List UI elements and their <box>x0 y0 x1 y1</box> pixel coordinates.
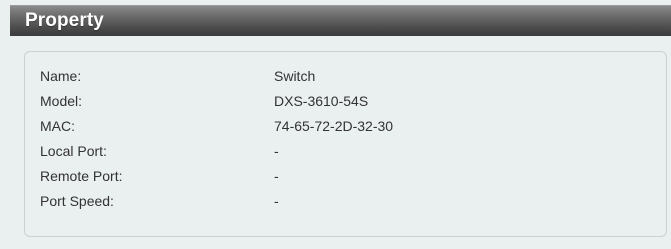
property-value: - <box>274 143 279 159</box>
panel-title: Property <box>25 10 104 31</box>
property-row-remote-port: Remote Port: - <box>25 166 666 186</box>
property-value: Switch <box>274 68 316 84</box>
property-row-name: Name: Switch <box>25 66 666 86</box>
property-box: Name: Switch Model: DXS-3610-54S MAC: 74… <box>24 51 667 237</box>
property-label: Local Port: <box>40 143 107 159</box>
panel-header: Property <box>10 5 671 36</box>
property-label: Remote Port: <box>40 168 123 184</box>
property-label: Port Speed: <box>40 193 114 209</box>
property-value: 74-65-72-2D-32-30 <box>274 118 394 134</box>
property-value: - <box>274 168 279 184</box>
property-label: Model: <box>40 93 83 109</box>
property-value: DXS-3610-54S <box>274 93 369 109</box>
property-panel: Property Name: Switch Model: DXS-3610-54… <box>0 0 671 249</box>
property-row-port-speed: Port Speed: - <box>25 191 666 211</box>
property-row-mac: MAC: 74-65-72-2D-32-30 <box>25 116 666 136</box>
property-row-local-port: Local Port: - <box>25 141 666 161</box>
property-value: - <box>274 193 279 209</box>
property-label: Name: <box>40 68 82 84</box>
property-row-model: Model: DXS-3610-54S <box>25 91 666 111</box>
property-label: MAC: <box>40 118 75 134</box>
